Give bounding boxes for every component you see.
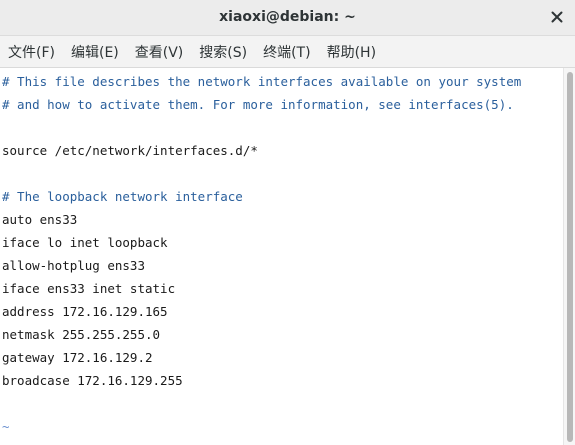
menu-view[interactable]: 查看(V)	[135, 42, 184, 62]
terminal-line: source /etc/network/interfaces.d/*	[2, 143, 258, 158]
close-button[interactable]	[545, 5, 569, 29]
terminal-line: address 172.16.129.165	[2, 304, 168, 319]
terminal-line: # and how to activate them. For more inf…	[2, 97, 514, 112]
vertical-scrollbar[interactable]	[563, 68, 575, 445]
terminal-line: broadcase 172.16.129.255	[2, 373, 183, 388]
terminal-line: allow-hotplug ens33	[2, 258, 145, 273]
terminal-line: gateway 172.16.129.2	[2, 350, 153, 365]
terminal-line: # The loopback network interface	[2, 189, 243, 204]
menu-file[interactable]: 文件(F)	[8, 42, 55, 62]
terminal-line: iface lo inet loopback	[2, 235, 168, 250]
menu-terminal[interactable]: 终端(T)	[263, 42, 310, 62]
menu-search[interactable]: 搜索(S)	[199, 42, 247, 62]
menu-bar: 文件(F) 编辑(E) 查看(V) 搜索(S) 终端(T) 帮助(H)	[0, 36, 575, 68]
window-title: xiaoxi@debian: ~	[219, 9, 356, 25]
terminal-content[interactable]: # This file describes the network interf…	[0, 68, 563, 445]
scrollbar-thumb[interactable]	[567, 72, 573, 442]
close-icon	[551, 11, 563, 23]
title-bar: xiaoxi@debian: ~	[0, 0, 575, 36]
terminal-line: auto ens33	[2, 212, 78, 227]
terminal-line: # This file describes the network interf…	[2, 74, 522, 89]
menu-help[interactable]: 帮助(H)	[327, 42, 376, 62]
empty-line-marker: ~	[2, 419, 10, 434]
terminal-line: netmask 255.255.255.0	[2, 327, 161, 342]
terminal-line: iface ens33 inet static	[2, 281, 176, 296]
terminal-window: xiaoxi@debian: ~ 文件(F) 编辑(E) 查看(V) 搜索(S)…	[0, 0, 575, 445]
menu-edit[interactable]: 编辑(E)	[71, 42, 119, 62]
